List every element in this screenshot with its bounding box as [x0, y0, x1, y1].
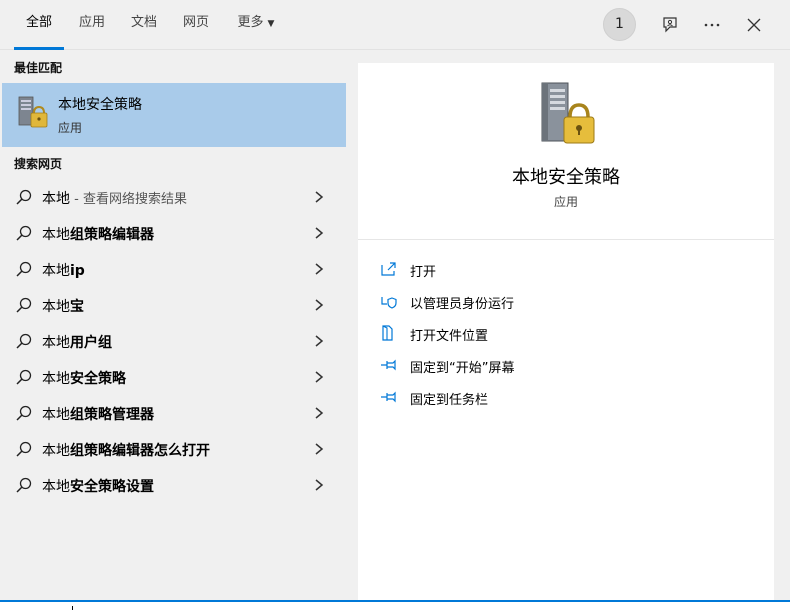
best-match-subtitle: 应用: [58, 121, 83, 135]
tab-more[interactable]: 更多 ▼: [230, 0, 282, 50]
web-result-row[interactable]: 本地安全策略: [2, 359, 346, 395]
web-result-label: 本地宝: [42, 296, 84, 316]
run-as-admin-action[interactable]: 以管理员身份运行: [380, 289, 760, 313]
file-location-icon: [382, 325, 393, 341]
open-icon: [381, 262, 396, 276]
web-result-label: 本地安全策略设置: [42, 476, 154, 496]
tab-all[interactable]: 全部: [14, 0, 64, 50]
chevron-right-icon: [315, 335, 324, 347]
web-result-label: 本地 - 查看网络搜索结果: [42, 188, 187, 208]
web-result-prefix: 本地: [42, 407, 70, 423]
web-result-prefix: 本地: [42, 335, 70, 351]
search-input[interactable]: [0, 600, 790, 610]
shield-icon: [381, 297, 397, 309]
web-result-bold: 用户组: [70, 335, 112, 351]
divider: [358, 239, 774, 240]
more-icon[interactable]: [699, 12, 725, 38]
security-policy-app-icon: [536, 79, 596, 151]
security-policy-app-icon: [16, 95, 48, 131]
web-result-bold: 安全策略: [70, 371, 126, 387]
results-pane: 最佳匹配 本地安全策略 应用 搜索网页 本地 - 查看网络搜索结果 本地组策略编…: [0, 50, 346, 602]
pin-icon: [381, 391, 396, 403]
pin-icon: [381, 359, 396, 371]
web-result-bold: 安全策略设置: [70, 479, 154, 495]
tab-apps[interactable]: 应用: [74, 0, 110, 50]
close-icon[interactable]: [741, 12, 767, 38]
web-result-prefix: 本地: [42, 227, 70, 243]
web-result-bold: 组策略管理器: [70, 407, 154, 423]
tab-web[interactable]: 网页: [178, 0, 214, 50]
search-icon: [16, 261, 32, 277]
search-icon: [16, 369, 32, 385]
open-file-location-action[interactable]: 打开文件位置: [380, 321, 760, 345]
rewards-badge[interactable]: 1: [603, 8, 636, 41]
pin-to-taskbar-action[interactable]: 固定到任务栏: [380, 385, 760, 409]
web-result-row[interactable]: 本地用户组: [2, 323, 346, 359]
web-result-label: 本地安全策略: [42, 368, 126, 388]
open-action[interactable]: 打开: [380, 257, 760, 281]
pin-to-start-label: 固定到“开始”屏幕: [410, 361, 515, 376]
web-search-heading: 搜索网页: [14, 157, 63, 171]
chevron-right-icon: [315, 227, 324, 239]
chevron-right-icon: [315, 407, 324, 419]
chevron-right-icon: [315, 371, 324, 383]
app-title: 本地安全策略: [512, 167, 620, 188]
web-result-label: 本地组策略编辑器: [42, 224, 154, 244]
feedback-icon[interactable]: [657, 12, 683, 38]
search-icon: [16, 477, 32, 493]
web-result-bold: 组策略编辑器怎么打开: [70, 443, 210, 459]
chevron-right-icon: [315, 263, 324, 275]
run-as-admin-label: 以管理员身份运行: [410, 297, 515, 312]
web-result-row[interactable]: 本地组策略管理器: [2, 395, 346, 431]
search-icon: [16, 405, 32, 421]
app-subtitle: 应用: [553, 195, 578, 209]
text-caret: [72, 606, 73, 610]
pin-to-taskbar-label: 固定到任务栏: [410, 393, 489, 408]
web-result-prefix: 本地: [42, 479, 70, 495]
tab-documents[interactable]: 文档: [126, 0, 162, 50]
web-result-label: 本地组策略管理器: [42, 404, 154, 424]
web-result-row[interactable]: 本地安全策略设置: [2, 467, 346, 503]
web-result-row[interactable]: 本地组策略编辑器怎么打开: [2, 431, 346, 467]
web-result-row[interactable]: 本地宝: [2, 287, 346, 323]
search-icon: [16, 189, 32, 205]
web-result-row[interactable]: 本地 - 查看网络搜索结果: [2, 179, 346, 215]
pin-to-start-action[interactable]: 固定到“开始”屏幕: [380, 353, 760, 377]
web-result-suffix: - 查看网络搜索结果: [70, 192, 187, 207]
search-tab-bar: 全部 应用 文档 网页 更多 ▼ 1: [0, 0, 790, 50]
web-result-row[interactable]: 本地组策略编辑器: [2, 215, 346, 251]
open-file-location-label: 打开文件位置: [410, 329, 489, 344]
search-icon: [16, 333, 32, 349]
web-result-prefix: 本地: [42, 443, 70, 459]
best-match-item[interactable]: 本地安全策略 应用: [2, 83, 346, 147]
best-match-title: 本地安全策略: [58, 97, 142, 113]
web-result-prefix: 本地: [42, 299, 70, 315]
search-icon: [16, 297, 32, 313]
caret-down-icon: ▼: [267, 19, 275, 29]
preview-pane: 本地安全策略 应用 打开 以管理员身份运行 打开文件位置 固定到“开始”屏幕 固…: [358, 63, 774, 602]
web-result-bold: ip: [70, 263, 85, 279]
web-result-bold: 宝: [70, 299, 84, 315]
chevron-right-icon: [315, 479, 324, 491]
web-result-label: 本地组策略编辑器怎么打开: [42, 440, 210, 460]
web-result-label: 本地用户组: [42, 332, 112, 352]
web-result-row[interactable]: 本地ip: [2, 251, 346, 287]
web-result-label: 本地ip: [42, 260, 85, 280]
web-result-prefix: 本地: [42, 263, 70, 279]
open-label: 打开: [410, 265, 437, 280]
search-icon: [16, 225, 32, 241]
chevron-right-icon: [315, 443, 324, 455]
scrollbar-track[interactable]: [782, 50, 790, 602]
search-icon: [16, 441, 32, 457]
web-result-prefix: 本地: [42, 371, 70, 387]
best-match-heading: 最佳匹配: [14, 61, 63, 75]
tab-more-label: 更多: [237, 15, 264, 30]
web-result-bold: 组策略编辑器: [70, 227, 154, 243]
chevron-right-icon: [315, 299, 324, 311]
chevron-right-icon: [315, 191, 324, 203]
web-result-prefix: 本地: [42, 191, 70, 207]
